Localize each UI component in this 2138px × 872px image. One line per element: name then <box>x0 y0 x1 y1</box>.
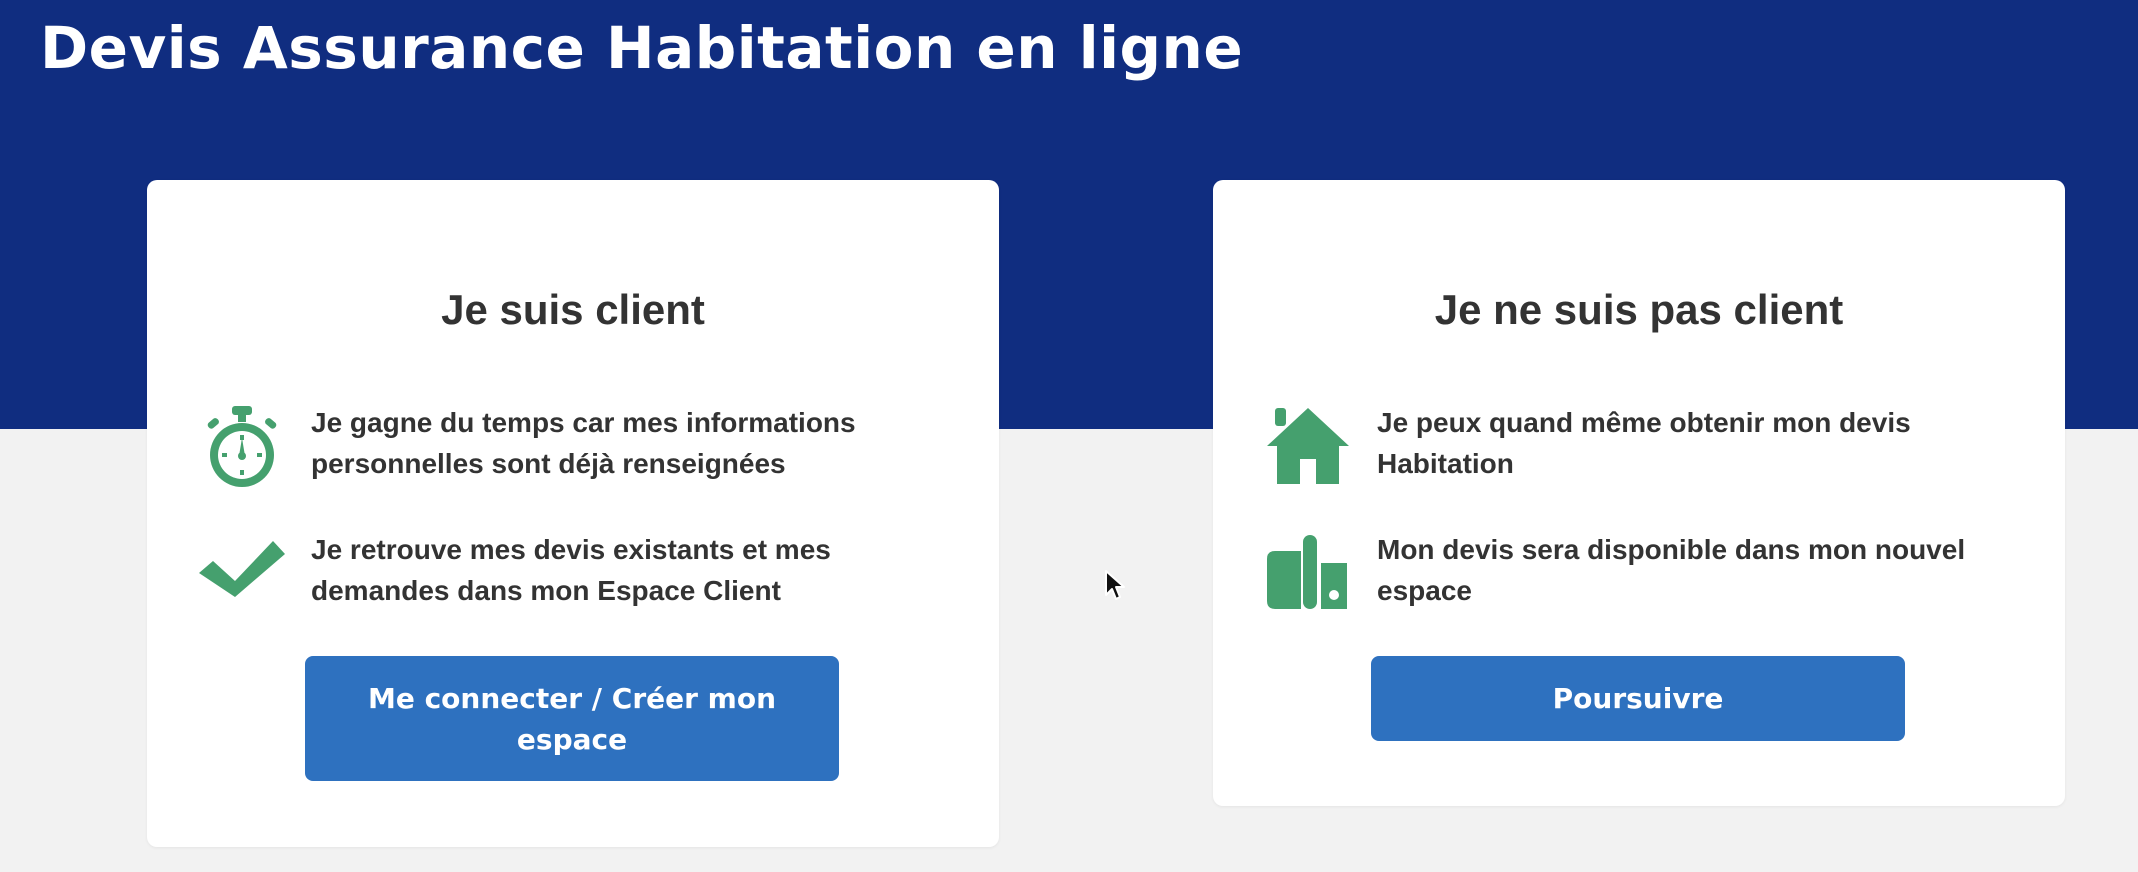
prospect-card: Je ne suis pas client Je peux quand même… <box>1213 180 2065 806</box>
documents-icon <box>1265 529 1351 619</box>
prospect-feature-text: Je peux quand même obtenir mon devis Hab… <box>1377 407 1911 479</box>
page-title: Devis Assurance Habitation en ligne <box>40 14 1244 82</box>
client-card-title: Je suis client <box>441 286 705 333</box>
prospect-feature-quote: Je peux quand même obtenir mon devis Hab… <box>1265 402 2025 492</box>
prospect-card-title: Je ne suis pas client <box>1434 286 1844 333</box>
prospect-feature-space: Mon devis sera disponible dans mon nouve… <box>1265 529 2025 619</box>
client-feature-quotes: Je retrouve mes devis existants et mes d… <box>199 529 959 619</box>
stopwatch-icon <box>199 402 285 492</box>
connect-create-account-button[interactable]: Me connecter / Créer mon espace <box>305 656 839 781</box>
prospect-feature-text: Mon devis sera disponible dans mon nouve… <box>1377 534 1966 606</box>
continue-button[interactable]: Poursuivre <box>1371 656 1905 741</box>
client-card: Je suis client Je gagne du temps car mes… <box>147 180 999 847</box>
client-feature-text: Je retrouve mes devis existants et mes d… <box>311 534 831 606</box>
checkmark-icon <box>199 529 285 619</box>
client-feature-time-saving: Je gagne du temps car mes informations p… <box>199 402 959 492</box>
mouse-cursor-icon <box>1104 569 1126 603</box>
house-icon <box>1265 402 1351 492</box>
client-feature-text: Je gagne du temps car mes informations p… <box>311 407 856 479</box>
